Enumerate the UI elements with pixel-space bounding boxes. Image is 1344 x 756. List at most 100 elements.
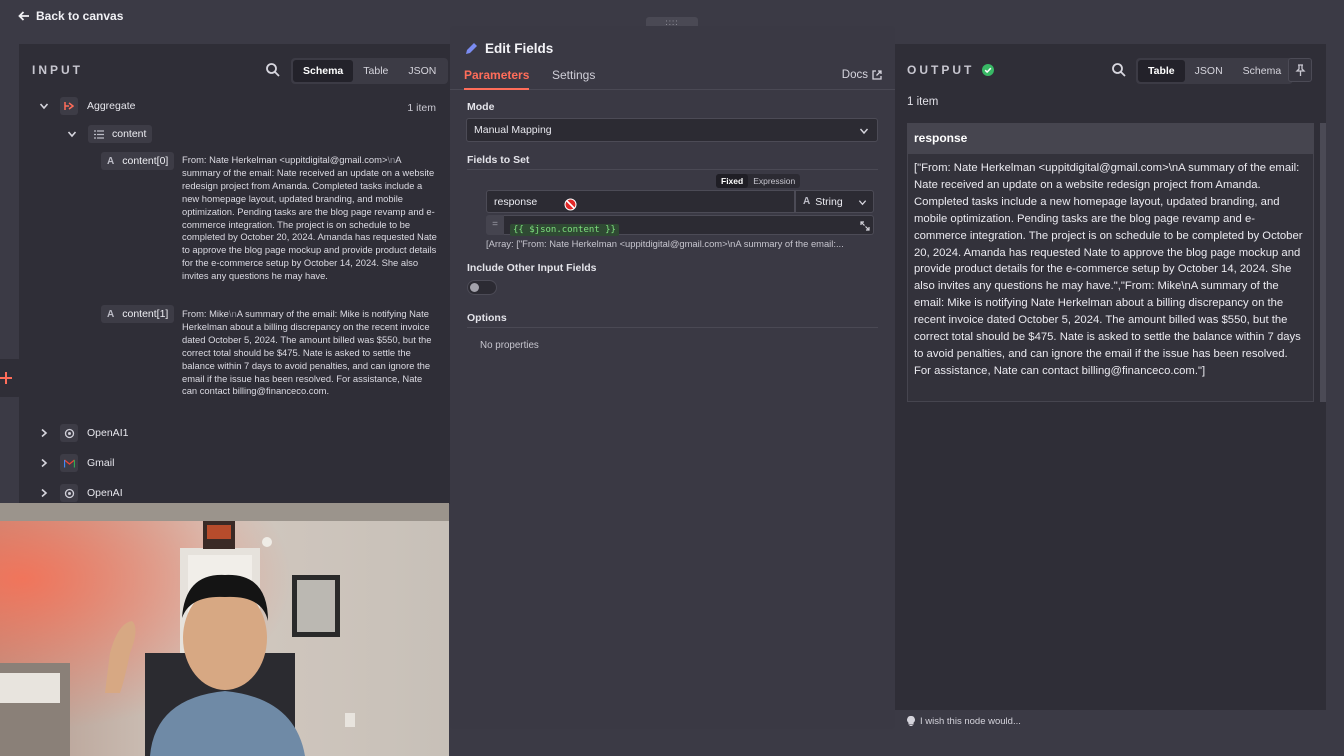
options-label: Options (467, 312, 507, 324)
node-name-openai1: OpenAI1 (87, 427, 129, 439)
presenter-video-image (0, 503, 449, 756)
mode-value: Manual Mapping (474, 124, 552, 136)
field-name-content: content (112, 128, 147, 140)
external-link-icon (872, 70, 882, 80)
edit-title-text: Edit Fields (485, 41, 554, 56)
table-column-header: response (907, 123, 1314, 153)
chevron-right-icon[interactable] (39, 488, 49, 498)
field-name-input[interactable]: response (486, 190, 795, 213)
string-type-icon: A (803, 196, 811, 207)
field-value-content-0: From: Nate Herkelman <uppitdigital@gmail… (182, 154, 437, 282)
field-pill-content[interactable]: content (88, 125, 153, 143)
output-item-count: 1 item (907, 96, 939, 108)
edit-title: Edit Fields (464, 41, 553, 56)
fixed-expression-toggle: Fixed Expression (716, 174, 801, 188)
node-name-gmail: Gmail (87, 457, 115, 469)
list-icon (94, 129, 104, 139)
section-divider (467, 169, 878, 170)
field-pill-content-1[interactable]: A content[1] (101, 305, 175, 323)
include-other-label: Include Other Input Fields (467, 262, 597, 274)
field-value-content-1: From: Mike\nA summary of the email: Mike… (182, 308, 432, 397)
section-divider (467, 327, 878, 328)
output-panel: OUTPUT Table JSON Schema 1 item response… (895, 44, 1326, 710)
expression-value: {{ $json.content }} (510, 224, 619, 236)
pin-data-button[interactable] (1288, 58, 1312, 82)
openai-icon (60, 424, 78, 442)
field-type-select[interactable]: A String (795, 190, 874, 213)
output-title: OUTPUT (907, 63, 995, 77)
arrow-left-icon (18, 11, 29, 21)
plus-icon (0, 372, 12, 384)
field-row-content-0[interactable]: A content[0] (101, 152, 175, 170)
docs-link[interactable]: Docs (842, 69, 882, 81)
table-scrollbar[interactable] (1320, 123, 1326, 402)
search-icon[interactable] (1111, 62, 1127, 78)
openai-icon (60, 484, 78, 502)
back-label: Back to canvas (36, 9, 124, 23)
no-properties-text: No properties (480, 340, 539, 351)
aggregate-node-icon (60, 97, 78, 115)
chevron-right-icon[interactable] (39, 458, 49, 468)
input-tab-table[interactable]: Table (353, 60, 398, 82)
tree-node-content[interactable]: content (67, 125, 153, 143)
success-check-icon (982, 64, 995, 76)
input-title: INPUT (32, 63, 83, 77)
fixed-option[interactable]: Fixed (716, 174, 749, 188)
field-key: content[1] (122, 308, 169, 320)
field-type-value: String (815, 195, 843, 208)
pencil-icon (466, 42, 477, 54)
mode-label: Mode (467, 101, 495, 113)
lightbulb-icon (907, 716, 915, 727)
search-icon[interactable] (265, 62, 281, 78)
node-name-aggregate: Aggregate (87, 100, 136, 112)
webcam-video (0, 503, 449, 756)
tree-node-gmail[interactable]: Gmail (39, 454, 114, 472)
feedback-label: I wish this node would... (920, 716, 1021, 727)
chevron-down-icon[interactable] (39, 101, 49, 111)
back-to-canvas-link[interactable]: Back to canvas (18, 9, 123, 23)
expand-icon[interactable] (860, 221, 870, 231)
string-type-icon: A (107, 308, 115, 320)
expression-option[interactable]: Expression (748, 174, 800, 188)
output-title-text: OUTPUT (907, 63, 975, 77)
output-view-switch: Table JSON Schema (1136, 58, 1294, 84)
pin-icon (1294, 64, 1306, 76)
input-view-switch: Schema Table JSON (291, 58, 449, 84)
expression-input[interactable]: {{ $json.content }} (504, 215, 874, 236)
edit-tabs: Parameters Settings (450, 64, 895, 90)
input-item-count: 1 item (407, 102, 436, 114)
expression-preview: [Array: ["From: Nate Herkelman <uppitdig… (486, 238, 844, 249)
chevron-right-icon[interactable] (39, 428, 49, 438)
table-cell: ["From: Nate Herkelman <uppitdigital@gma… (907, 153, 1314, 402)
mode-select[interactable]: Manual Mapping (466, 118, 878, 142)
tree-node-openai1[interactable]: OpenAI1 (39, 424, 128, 442)
chevron-down-icon[interactable] (67, 129, 77, 139)
tab-settings[interactable]: Settings (552, 68, 595, 88)
input-panel: INPUT Schema Table JSON Aggregate 1 item… (19, 44, 451, 504)
tab-parameters[interactable]: Parameters (464, 68, 530, 90)
tree-node-openai[interactable]: OpenAI (39, 484, 123, 502)
not-allowed-cursor-icon (564, 198, 577, 211)
field-key: content[0] (122, 155, 169, 167)
input-tab-schema[interactable]: Schema (293, 60, 354, 82)
chevron-down-icon (858, 200, 867, 206)
edit-fields-panel: Edit Fields Parameters Settings Docs Mod… (450, 26, 895, 729)
field-row-content-1[interactable]: A content[1] (101, 305, 175, 323)
field-name-value: response (494, 196, 538, 208)
tree-node-aggregate[interactable]: Aggregate (39, 97, 135, 115)
equals-sign: = (486, 215, 504, 235)
toggle-knob (470, 283, 479, 292)
input-tab-json[interactable]: JSON (398, 60, 446, 82)
string-type-icon: A (107, 155, 115, 167)
feedback-link[interactable]: I wish this node would... (907, 716, 1021, 727)
include-other-toggle[interactable] (467, 280, 497, 295)
output-tab-table[interactable]: Table (1138, 60, 1185, 82)
docs-label: Docs (841, 69, 868, 81)
output-tab-json[interactable]: JSON (1185, 60, 1233, 82)
field-value-row: = {{ $json.content }} (486, 215, 874, 236)
field-pill-content-0[interactable]: A content[0] (101, 152, 175, 170)
chevron-down-icon (859, 128, 869, 135)
node-name-openai: OpenAI (87, 487, 123, 499)
gmail-icon (60, 454, 78, 472)
output-tab-schema[interactable]: Schema (1233, 60, 1292, 82)
